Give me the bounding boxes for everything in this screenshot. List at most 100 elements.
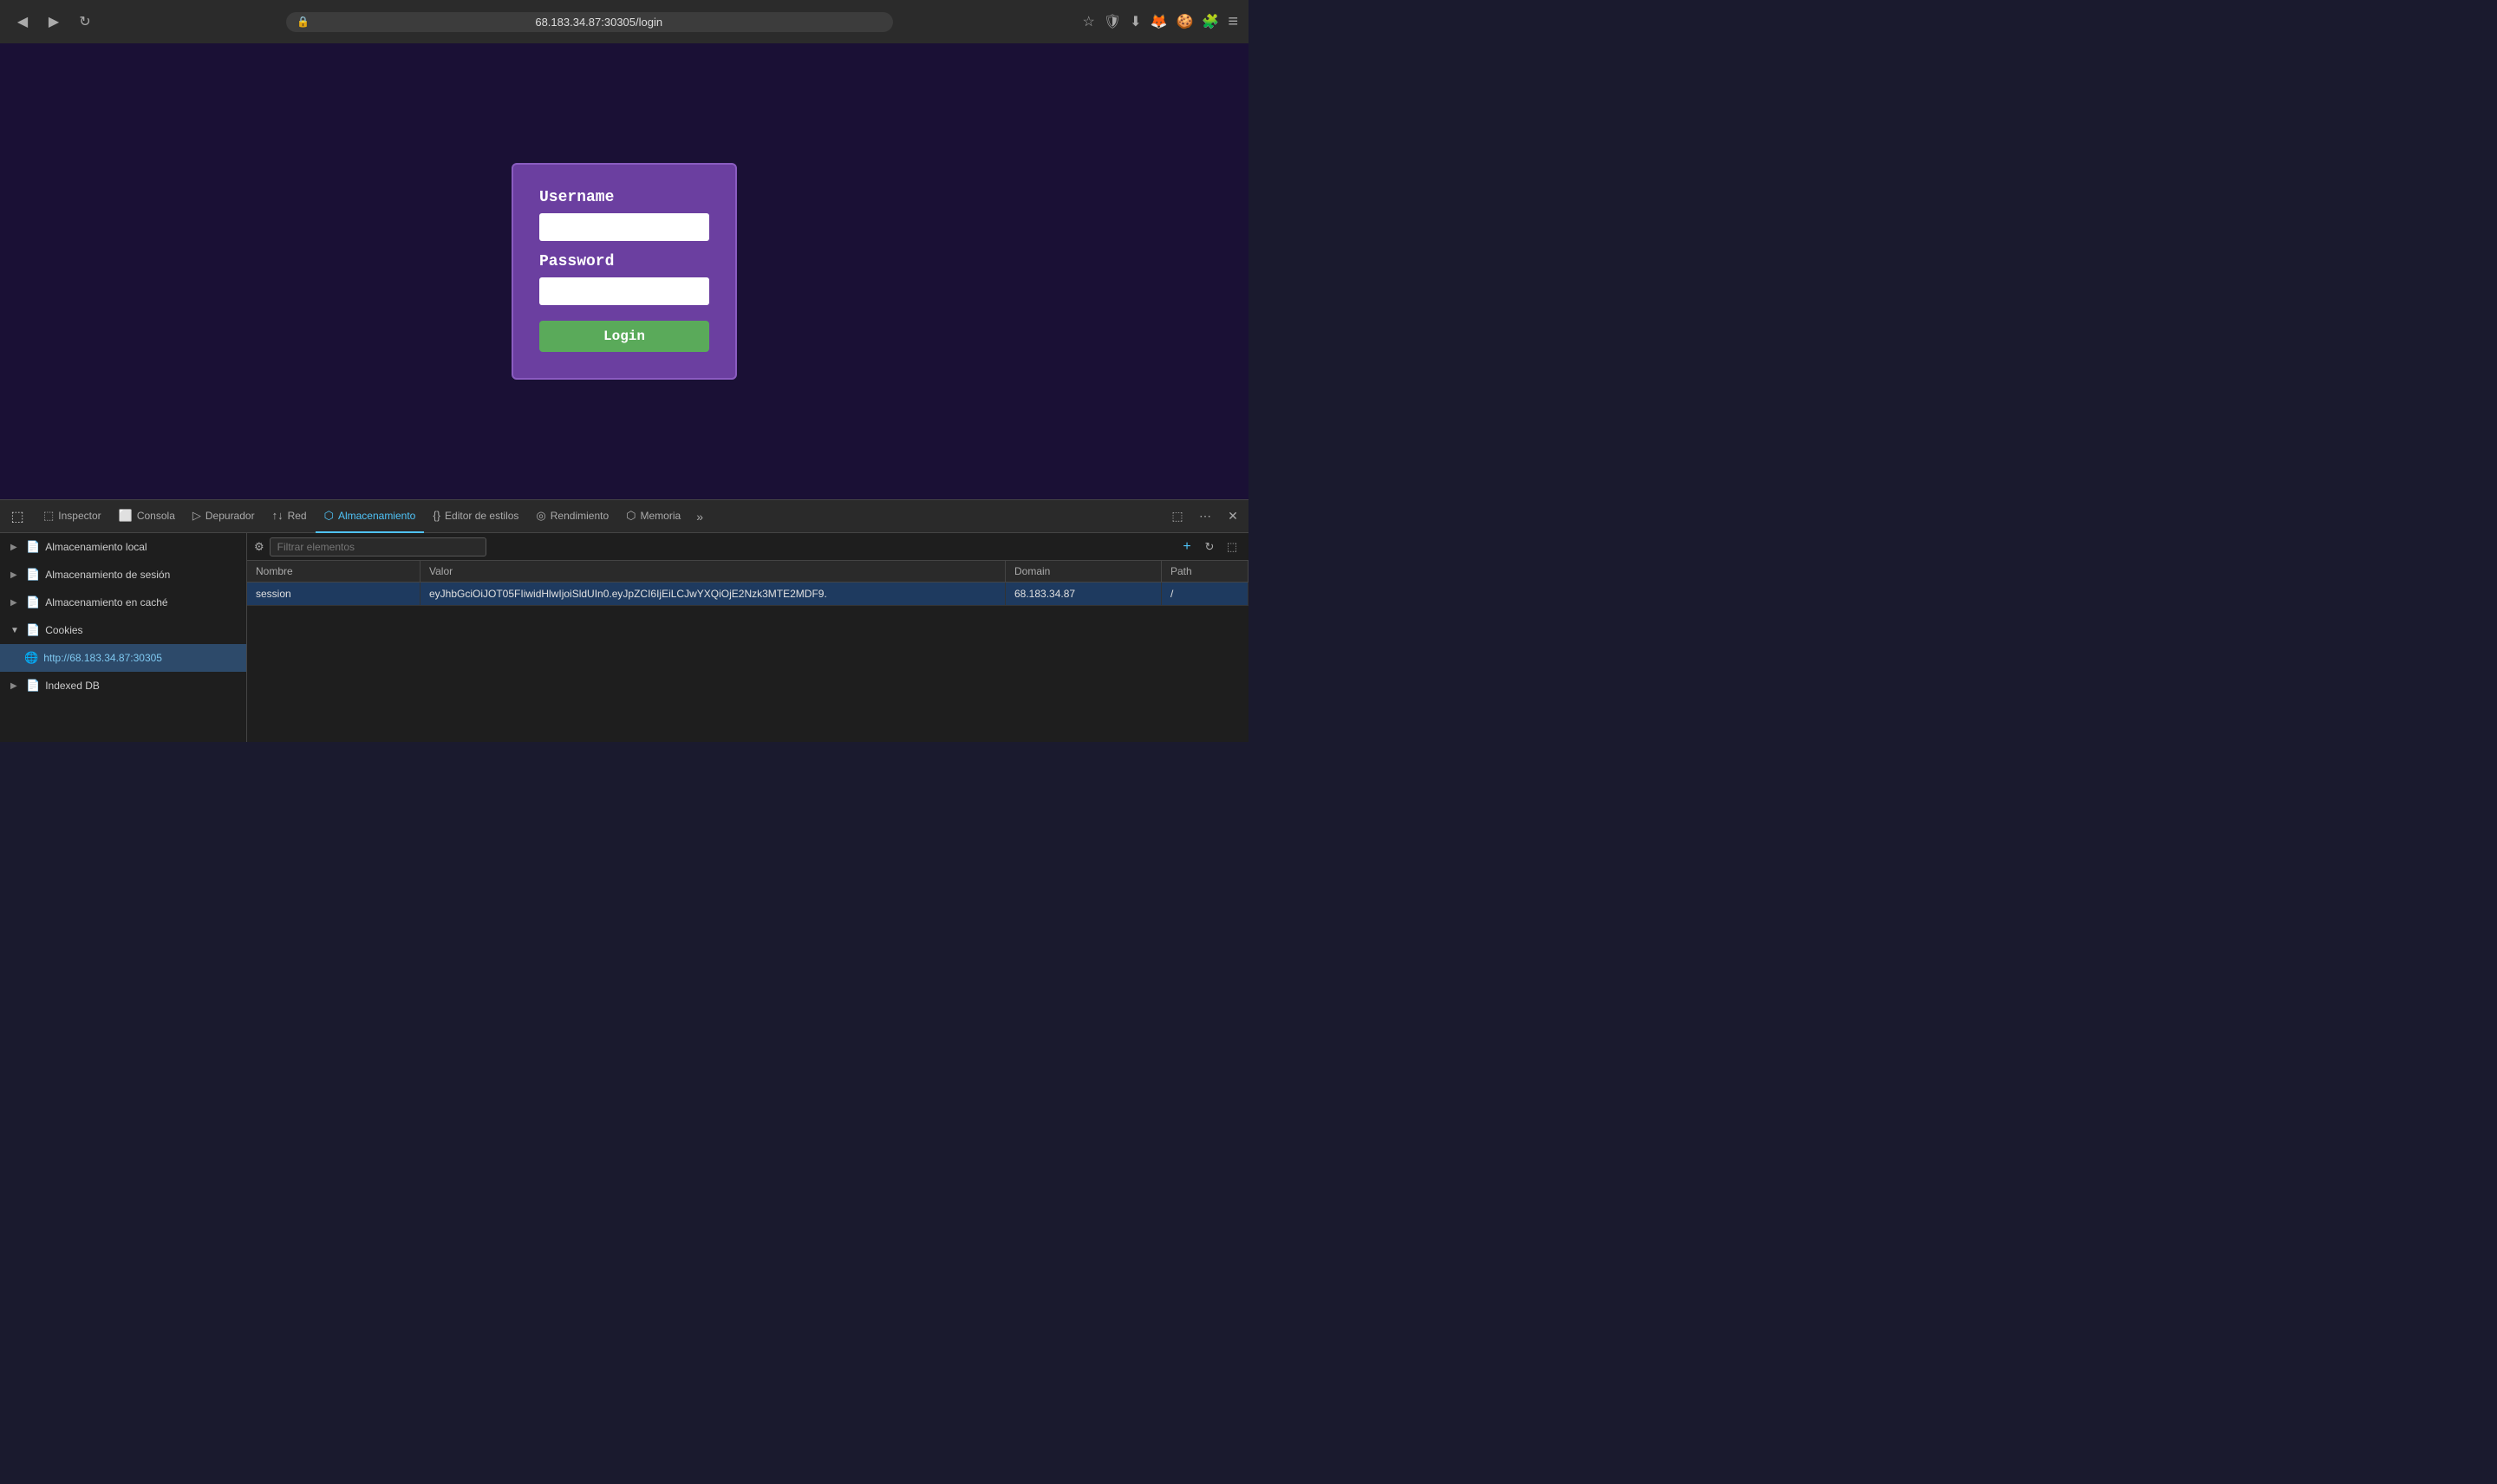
sidebar-item-cache-storage[interactable]: ▶ 📄 Almacenamiento en caché: [0, 589, 246, 616]
sidebar-session-storage-label: Almacenamiento de sesión: [45, 569, 170, 581]
panel-toolbar-right: + ↻ ⬚: [1177, 537, 1242, 556]
add-entry-button[interactable]: +: [1177, 537, 1196, 556]
header-value: Valor: [421, 561, 1006, 582]
tab-performance[interactable]: ◎ Rendimiento: [527, 500, 617, 533]
table-row[interactable]: session eyJhbGciOiJOT05FIiwidHlwIjoiSldU…: [247, 583, 1248, 606]
indexeddb-icon: 📄: [26, 679, 40, 693]
tab-debugger[interactable]: ▷ Depurador: [184, 500, 264, 533]
forward-button[interactable]: ▶: [42, 10, 66, 34]
devtools-body: ▶ 📄 Almacenamiento local ▶ 📄 Almacenamie…: [0, 533, 1248, 742]
security-icon: 🔒: [297, 16, 310, 28]
refresh-panel-button[interactable]: ↻: [1200, 537, 1219, 556]
tab-storage-label: Almacenamiento: [338, 510, 415, 522]
bookmark-icon[interactable]: ☆: [1083, 13, 1095, 30]
address-bar[interactable]: 🔒 68.183.34.87:30305/login: [286, 12, 893, 32]
extension-cookie-icon[interactable]: 🍪: [1176, 13, 1193, 30]
devtools-main-panel: ⚙ + ↻ ⬚ Nombre Valor Domain Path session: [247, 533, 1248, 742]
sidebar-cache-storage-label: Almacenamiento en caché: [45, 596, 167, 609]
username-label: Username: [539, 189, 709, 206]
devtools-responsive-btn[interactable]: ⬚: [3, 503, 31, 530]
download-icon[interactable]: ⬇: [1130, 13, 1141, 30]
tab-storage[interactable]: ⬡ Almacenamiento: [316, 500, 425, 533]
url-path: :30305/login: [601, 16, 662, 29]
more-tabs-button[interactable]: »: [689, 510, 710, 524]
dock-button[interactable]: ⬚: [1165, 504, 1190, 529]
local-storage-icon: 📄: [26, 540, 40, 554]
back-button[interactable]: ◀: [10, 10, 35, 34]
extensions-icon[interactable]: 🧩: [1202, 13, 1219, 30]
shield-icon[interactable]: 🛡: [1104, 13, 1121, 30]
data-table: Nombre Valor Domain Path session eyJhbGc…: [247, 561, 1248, 742]
sidebar-item-local-storage[interactable]: ▶ 📄 Almacenamiento local: [0, 533, 246, 561]
debugger-icon: ▷: [192, 509, 201, 523]
style-icon: {}: [433, 509, 440, 522]
memory-icon: ⬡: [626, 509, 636, 523]
extension-fox-icon[interactable]: 🦊: [1151, 13, 1168, 30]
delete-entry-button[interactable]: ⬚: [1222, 537, 1242, 556]
filter-icon: ⚙: [254, 540, 264, 554]
url-host: 68.183.34.87: [535, 16, 601, 29]
username-input[interactable]: [539, 213, 709, 241]
expand-arrow-icon: ▶: [10, 681, 21, 691]
network-icon: ↑↓: [272, 509, 284, 522]
tab-inspector-label: Inspector: [58, 510, 101, 522]
refresh-button[interactable]: ↻: [73, 10, 97, 34]
tab-debugger-label: Depurador: [205, 510, 255, 522]
expand-arrow-cookies-icon: ▼: [10, 626, 21, 635]
session-storage-icon: 📄: [26, 568, 40, 582]
console-icon: ⬜: [119, 509, 133, 523]
expand-arrow-icon: ▶: [10, 570, 21, 580]
settings-button[interactable]: ⋯: [1193, 504, 1217, 529]
login-card: Username Password Login: [512, 163, 737, 380]
table-header: Nombre Valor Domain Path: [247, 561, 1248, 583]
expand-arrow-icon: ▶: [10, 543, 21, 552]
sidebar-cookies-label: Cookies: [45, 624, 82, 636]
devtools-tabs-bar: ⬚ ⬚ Inspector ⬜ Consola ▷ Depurador ↑↓ R…: [0, 500, 1248, 533]
sidebar-indexeddb-label: Indexed DB: [45, 680, 100, 692]
browser-chrome: ◀ ▶ ↻ 🔒 68.183.34.87:30305/login ☆ 🛡 ⬇ 🦊…: [0, 0, 1248, 43]
expand-arrow-icon: ▶: [10, 598, 21, 608]
devtools-right-actions: ⬚ ⋯ ✕: [1165, 504, 1245, 529]
panel-toolbar: ⚙ + ↻ ⬚: [247, 533, 1248, 561]
devtools-sidebar: ▶ 📄 Almacenamiento local ▶ 📄 Almacenamie…: [0, 533, 247, 742]
cookies-url-icon: 🌐: [24, 651, 38, 665]
inspector-icon: ⬚: [43, 509, 54, 523]
sidebar-item-indexeddb[interactable]: ▶ 📄 Indexed DB: [0, 672, 246, 700]
cell-path: /: [1162, 583, 1248, 605]
cell-name: session: [247, 583, 421, 605]
cache-storage-icon: 📄: [26, 596, 40, 609]
password-label: Password: [539, 253, 709, 270]
tab-inspector[interactable]: ⬚ Inspector: [35, 500, 110, 533]
tab-network[interactable]: ↑↓ Red: [264, 500, 316, 533]
sidebar-item-cookies[interactable]: ▼ 📄 Cookies: [0, 616, 246, 644]
performance-icon: ◎: [536, 509, 545, 523]
devtools-panel: ⬚ ⬚ Inspector ⬜ Consola ▷ Depurador ↑↓ R…: [0, 499, 1248, 742]
toolbar-right: ☆ 🛡 ⬇ 🦊 🍪 🧩 ≡: [1083, 12, 1239, 32]
sidebar-cookies-url-label: http://68.183.34.87:30305: [43, 652, 162, 664]
storage-icon: ⬡: [324, 509, 334, 523]
sidebar-item-session-storage[interactable]: ▶ 📄 Almacenamiento de sesión: [0, 561, 246, 589]
sidebar-item-cookies-url[interactable]: 🌐 http://68.183.34.87:30305: [0, 644, 246, 672]
menu-icon[interactable]: ≡: [1228, 12, 1238, 32]
cookies-icon: 📄: [26, 623, 40, 637]
sidebar-local-storage-label: Almacenamiento local: [45, 541, 147, 553]
header-domain: Domain: [1006, 561, 1162, 582]
tab-performance-label: Rendimiento: [551, 510, 609, 522]
tab-console-label: Consola: [137, 510, 175, 522]
cell-value: eyJhbGciOiJOT05FIiwidHlwIjoiSldUIn0.eyJp…: [421, 583, 1006, 605]
tab-memory-label: Memoria: [641, 510, 681, 522]
login-button[interactable]: Login: [539, 321, 709, 352]
tab-console[interactable]: ⬜ Consola: [110, 500, 184, 533]
cell-domain: 68.183.34.87: [1006, 583, 1162, 605]
tab-network-label: Red: [288, 510, 307, 522]
tab-memory[interactable]: ⬡ Memoria: [617, 500, 689, 533]
header-name: Nombre: [247, 561, 421, 582]
page-content: Username Password Login: [0, 43, 1248, 499]
tab-style-editor[interactable]: {} Editor de estilos: [424, 500, 527, 533]
password-input[interactable]: [539, 277, 709, 305]
close-devtools-button[interactable]: ✕: [1221, 504, 1245, 529]
header-path: Path: [1162, 561, 1248, 582]
filter-input[interactable]: [270, 537, 486, 556]
url-display: 68.183.34.87:30305/login: [315, 16, 883, 29]
tab-style-label: Editor de estilos: [445, 510, 518, 522]
